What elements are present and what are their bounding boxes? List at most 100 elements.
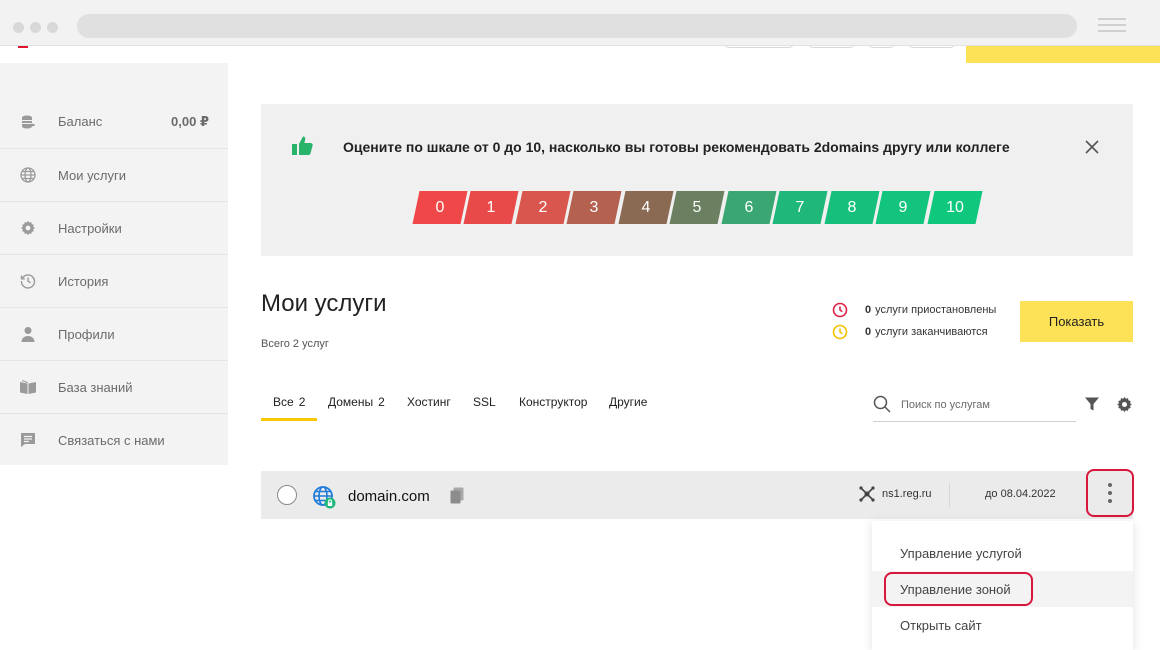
nps-score-1[interactable]: 1	[467, 191, 515, 224]
nps-score-label: 3	[589, 198, 599, 216]
gear-icon[interactable]	[1116, 396, 1133, 413]
nps-score-label: 5	[692, 198, 702, 216]
domain-name[interactable]: domain.com	[348, 488, 430, 505]
sidebar-item-services[interactable]: Мои услуги	[0, 148, 228, 201]
nps-score-label: 0	[435, 198, 445, 216]
nps-score-label: 6	[744, 198, 754, 216]
sidebar-item-settings[interactable]: Настройки	[0, 201, 228, 254]
sidebar-item-label: Настройки	[58, 220, 122, 236]
kebab-dot	[1108, 483, 1112, 487]
more-actions-button[interactable]	[1086, 469, 1134, 517]
tab-hosting[interactable]: Хостинг	[407, 385, 451, 421]
browser-bar	[0, 0, 1160, 46]
tab-ssl[interactable]: SSL	[473, 385, 496, 421]
sidebar-item-label: Баланс	[58, 114, 103, 129]
site-header	[0, 46, 1160, 63]
message-icon	[19, 431, 37, 449]
suspended-text: услуги приостановлены	[875, 304, 997, 316]
menu-item-label: Открыть сайт	[900, 617, 982, 633]
nps-score-6[interactable]: 6	[725, 191, 773, 224]
show-button[interactable]: Показать	[1020, 301, 1133, 342]
header-pill[interactable]	[868, 46, 895, 48]
url-bar[interactable]	[77, 14, 1077, 38]
copy-icon[interactable]	[450, 487, 464, 504]
globe-icon	[19, 166, 37, 184]
tab-label: Хостинг	[407, 395, 451, 409]
header-pill[interactable]	[808, 46, 855, 48]
status-expiring: 0 услуги заканчиваются	[832, 324, 988, 340]
sidebar-item-label: Связаться с нами	[58, 432, 165, 448]
nps-score-3[interactable]: 3	[570, 191, 618, 224]
coins-icon	[19, 113, 37, 131]
nps-score-label: 7	[795, 198, 805, 216]
balance-value: 0,00 ₽	[171, 113, 209, 129]
book-icon	[19, 378, 37, 396]
nps-score-4[interactable]: 4	[622, 191, 670, 224]
window-dot	[47, 22, 58, 33]
nps-score-10[interactable]: 10	[931, 191, 979, 224]
tab-other[interactable]: Другие	[609, 385, 647, 421]
menu-item-open-site[interactable]: Открыть сайт	[872, 607, 1133, 643]
nps-score-8[interactable]: 8	[828, 191, 876, 224]
tab-label: Конструктор	[519, 395, 588, 409]
page-title: Мои услуги	[261, 290, 387, 317]
sidebar-item-label: Профили	[58, 326, 115, 342]
menu-item-label: Управление услугой	[900, 545, 1022, 561]
sidebar-item-profiles[interactable]: Профили	[0, 307, 228, 360]
sidebar-item-knowledge-base[interactable]: База знаний	[0, 360, 228, 413]
nps-question: Оцените по шкале от 0 до 10, насколько в…	[343, 139, 1010, 155]
tab-all[interactable]: Все 2	[273, 385, 305, 421]
nps-banner: Оцените по шкале от 0 до 10, насколько в…	[261, 104, 1133, 256]
tab-constructor[interactable]: Конструктор	[519, 385, 587, 421]
nps-score-0[interactable]: 0	[416, 191, 464, 224]
highlight-ring	[884, 572, 1033, 606]
sidebar-item-label: Мои услуги	[58, 167, 127, 183]
sidebar-item-history[interactable]: История	[0, 254, 228, 307]
clock-yellow-icon	[832, 324, 848, 340]
tab-label: SSL	[473, 395, 496, 409]
globe-lock-icon	[312, 485, 336, 509]
row-select-radio[interactable]	[277, 485, 297, 505]
window-dot	[13, 22, 24, 33]
nps-score-2[interactable]: 2	[519, 191, 567, 224]
divider	[949, 483, 950, 507]
actions-menu: Управление услугой Управление зоной Откр…	[872, 521, 1133, 650]
header-pill[interactable]	[724, 46, 794, 48]
nps-score-9[interactable]: 9	[879, 191, 927, 224]
user-icon	[19, 325, 37, 343]
tab-count: 2	[298, 395, 306, 409]
nameserver-icon	[859, 486, 875, 502]
active-tab-indicator	[261, 418, 317, 421]
nps-score-label: 1	[486, 198, 496, 216]
suspended-count: 0	[865, 304, 872, 316]
nps-score-7[interactable]: 7	[776, 191, 824, 224]
thumbs-up-icon	[291, 134, 315, 158]
nps-score-label: 9	[898, 198, 908, 216]
clock-red-icon	[832, 302, 848, 318]
logo[interactable]	[18, 46, 114, 48]
tab-count: 2	[378, 395, 385, 409]
close-icon[interactable]	[1083, 138, 1101, 156]
search-input[interactable]	[901, 395, 1071, 415]
header-pill[interactable]	[908, 46, 955, 48]
hamburger-menu-icon[interactable]	[1098, 18, 1126, 34]
menu-item-manage-service[interactable]: Управление услугой	[872, 535, 1133, 571]
kebab-dot	[1108, 491, 1112, 495]
history-icon	[19, 272, 37, 290]
nps-score-label: 2	[538, 198, 548, 216]
tab-label: Все	[273, 395, 294, 409]
expiring-text: услуги заканчиваются	[875, 326, 988, 338]
header-cta[interactable]	[966, 46, 1160, 63]
filter-icon[interactable]	[1084, 396, 1100, 412]
nameserver-value: ns1.reg.ru	[882, 488, 932, 500]
search-box	[873, 390, 1076, 422]
nps-score-label: 8	[847, 198, 857, 216]
sidebar-item-balance[interactable]: Баланс 0,00 ₽	[0, 95, 228, 148]
tab-domains[interactable]: Домены 2	[328, 385, 385, 421]
tab-label: Домены	[328, 395, 374, 409]
table-row[interactable]: domain.com ns1.reg.ru до 08.04.2022	[261, 469, 1134, 519]
kebab-dot	[1108, 499, 1112, 503]
expiring-count: 0	[865, 326, 872, 338]
sidebar-item-contact[interactable]: Связаться с нами	[0, 413, 228, 466]
nps-score-5[interactable]: 5	[673, 191, 721, 224]
